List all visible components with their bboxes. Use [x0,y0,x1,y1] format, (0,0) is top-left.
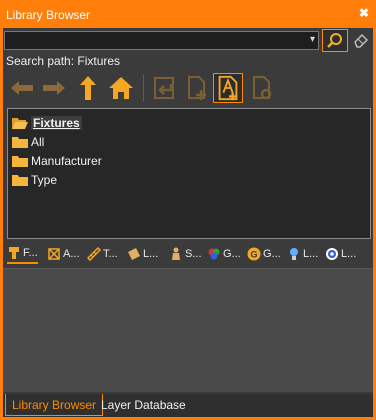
search-row: ▾ [3,28,373,54]
add-file-button[interactable] [182,73,212,103]
forward-button[interactable] [39,73,69,103]
tree-item-label: Type [31,173,58,187]
back-button[interactable] [7,73,37,103]
tree-item-all[interactable]: All [12,133,44,151]
tree-item-fixtures[interactable]: Fixtures [12,114,82,132]
tab-g[interactable]: G G... [247,244,281,264]
truss-icon [87,247,101,261]
tab-library-browser[interactable]: Library Browser [5,394,104,416]
symbol-settings-button[interactable] [247,73,277,103]
folder-icon [12,137,28,148]
toolbar [3,70,373,106]
back-arrow-icon [11,81,33,95]
tab-label: S... [185,248,202,260]
bottom-tab-bar: Library Browser Layer Database [3,394,373,417]
search-icon [327,33,342,48]
tab-labels[interactable]: L... [127,244,158,264]
tab-label: L... [143,248,159,260]
up-button[interactable] [73,73,103,103]
library-tree[interactable]: Fixtures All Manufacturer Type [7,108,371,239]
title-bar[interactable]: Library Browser ✖ [0,0,376,28]
tree-item-label: All [31,135,45,149]
tab-lamps[interactable]: L... [287,244,318,264]
tab-label: A... [63,248,80,260]
add-file-icon [188,76,206,100]
items-panel[interactable] [3,268,373,392]
svg-text:G: G [250,250,257,260]
lens-icon [326,248,338,260]
tab-gobos[interactable]: G... [207,244,241,264]
library-browser-window: Library Browser ✖ ▾ Search path: Fixture… [0,0,376,420]
tab-lenses[interactable]: L... [325,244,356,264]
tab-label: F... [23,247,38,259]
tree-item-label: Fixtures [31,116,82,130]
search-input[interactable]: ▾ [4,31,319,50]
tab-accessories[interactable]: A... [47,244,80,264]
tab-label: G... [263,248,281,260]
up-arrow-icon [80,76,96,100]
tree-item-manufacturer[interactable]: Manufacturer [12,152,102,170]
fixture-icon [9,247,19,259]
tab-stage[interactable]: S... [169,244,202,264]
folder-icon [12,175,28,186]
tab-truss[interactable]: T... [87,244,118,264]
tree-item-type[interactable]: Type [12,171,57,189]
add-symbol-icon [218,75,238,101]
forward-arrow-icon [43,81,65,95]
folder-open-icon [12,118,28,129]
search-path-label: Search path: Fixtures [6,54,121,68]
stage-icon [172,247,180,260]
gobo-icon [208,248,220,260]
tab-label: L... [303,248,319,260]
category-tabs: F... A... T... L... S... G... G G... L..… [3,243,373,265]
add-symbol-button[interactable] [213,73,243,103]
tab-label: L... [341,248,357,260]
home-button[interactable] [106,73,136,103]
close-icon[interactable]: ✖ [356,5,372,21]
chevron-down-icon[interactable]: ▾ [310,34,315,45]
accessory-icon [48,248,60,260]
tree-item-label: Manufacturer [31,154,102,168]
toolbar-separator [143,74,144,102]
clear-search-button[interactable] [352,31,370,49]
tab-label: G... [223,248,241,260]
symbol-settings-icon [253,76,272,100]
tab-layer-database[interactable]: Layer Database [95,394,192,416]
folder-icon [12,156,28,167]
tab-label: T... [103,248,118,260]
label-icon [128,248,140,260]
home-icon [109,77,133,99]
import-icon [154,77,174,99]
lamp-icon [290,248,298,260]
import-button[interactable] [149,73,179,103]
search-button[interactable] [322,29,348,52]
window-title: Library Browser [6,8,91,22]
tab-fixtures[interactable]: F... [7,244,38,264]
window-content: ▾ Search path: Fixtures Fixtures All Man… [3,28,373,417]
eraser-icon [354,33,369,48]
g-circle-icon: G [247,247,261,261]
